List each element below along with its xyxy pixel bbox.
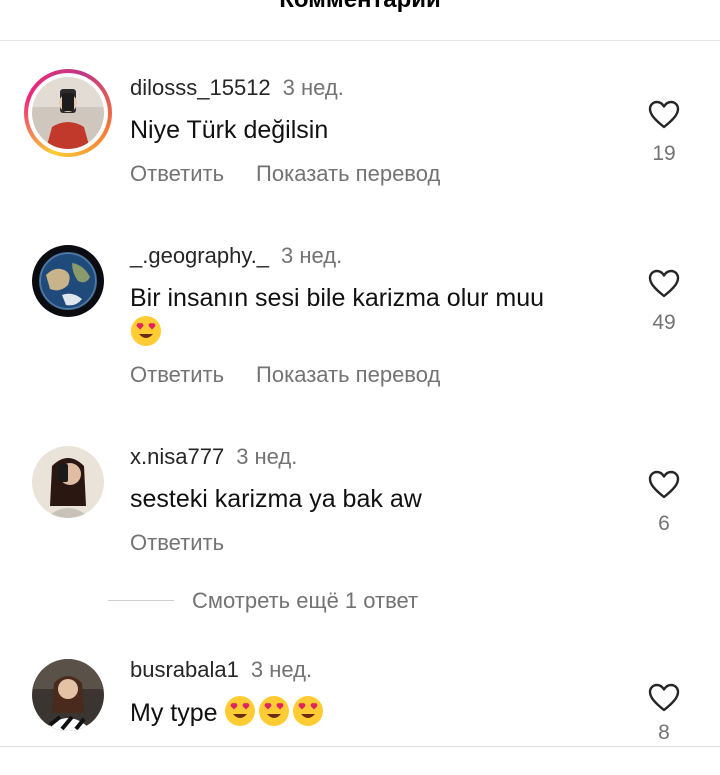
- view-more-replies[interactable]: Смотреть ещё 1 ответ: [108, 588, 668, 614]
- bottom-divider: [0, 746, 720, 775]
- reply-button[interactable]: Ответить: [130, 530, 224, 555]
- divider: [108, 600, 174, 601]
- reply-button[interactable]: Ответить: [130, 362, 224, 387]
- username[interactable]: busrabala1: [130, 657, 239, 682]
- like-count: 49: [652, 311, 676, 334]
- heart-outline-icon[interactable]: [648, 269, 680, 299]
- avatar[interactable]: [32, 446, 104, 518]
- heart-eyes-emoji-icon: [225, 696, 256, 726]
- heart-eyes-emoji-icon: [259, 696, 290, 726]
- comment-time: 3 нед.: [281, 243, 343, 268]
- avatar[interactable]: [32, 77, 104, 149]
- heart-outline-icon[interactable]: [648, 683, 680, 713]
- comment-text: Bir insanın sesi bile karizma olur muu: [130, 281, 610, 350]
- heart-outline-icon[interactable]: [648, 100, 680, 130]
- comment-text: My type: [130, 695, 610, 730]
- page-title: Комментарии: [0, 0, 720, 14]
- heart-eyes-emoji-icon: [131, 316, 161, 346]
- comment-time: 3 нед.: [250, 657, 313, 682]
- like-count: 8: [658, 721, 670, 744]
- comment-text: sesteki karizma ya bak aw: [130, 485, 422, 513]
- like-count: 6: [658, 512, 670, 535]
- comments-header: Комментарии: [0, 0, 720, 41]
- username[interactable]: _.geography._: [130, 243, 269, 268]
- heart-outline-icon[interactable]: [648, 470, 680, 500]
- show-translation-button[interactable]: Показать перевод: [256, 161, 440, 186]
- username[interactable]: x.nisa777: [130, 444, 224, 469]
- comment-text-content: My type: [130, 699, 218, 727]
- comment-time: 3 нед.: [236, 444, 298, 469]
- comment-text: Niye Türk değilsin: [130, 116, 329, 144]
- comment-time: 3 нед.: [282, 75, 344, 100]
- show-translation-button[interactable]: Показать перевод: [256, 362, 440, 387]
- avatar[interactable]: [32, 245, 104, 317]
- like-count: 19: [652, 142, 676, 165]
- username[interactable]: dilosss_15512: [130, 75, 271, 100]
- reply-button[interactable]: Ответить: [130, 161, 224, 186]
- heart-eyes-emoji-icon: [293, 696, 324, 726]
- avatar[interactable]: [32, 659, 104, 731]
- comment-text-content: Bir insanın sesi bile karizma olur muu: [130, 284, 545, 312]
- view-more-replies-label[interactable]: Смотреть ещё 1 ответ: [192, 588, 418, 614]
